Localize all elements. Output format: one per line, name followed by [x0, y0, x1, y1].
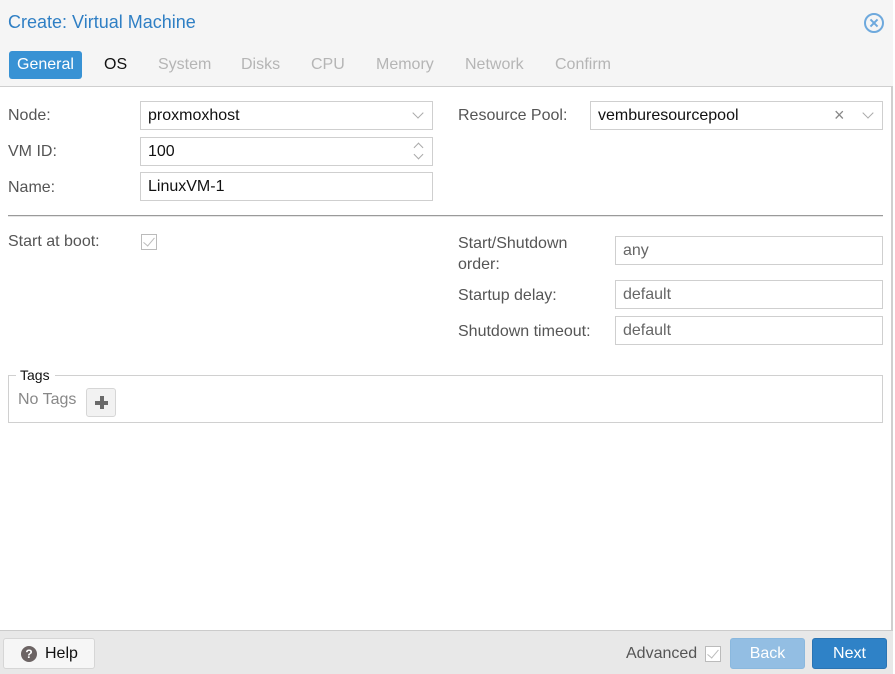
help-button[interactable]: ? Help: [3, 638, 95, 669]
start-shutdown-order-label-line2: order:: [458, 256, 500, 273]
vmid-value: 100: [148, 143, 175, 160]
question-circle-icon: ?: [21, 646, 37, 662]
node-label: Node:: [8, 107, 51, 124]
name-label: Name:: [8, 179, 56, 196]
advanced-checkbox[interactable]: [705, 646, 721, 662]
dialog-title: Create: Virtual Machine: [8, 12, 196, 32]
node-value: proxmoxhost: [148, 107, 240, 124]
add-tag-button[interactable]: [86, 388, 116, 417]
start-at-boot-label: Start at boot:: [8, 233, 100, 250]
tab-general[interactable]: General: [9, 51, 82, 79]
resource-pool-value: vemburesourcepool: [598, 107, 739, 124]
startup-delay-input[interactable]: default: [615, 280, 883, 309]
tab-system: System: [158, 56, 212, 73]
start-shutdown-order-label-line1: Start/Shutdown: [458, 235, 568, 252]
wizard-tabs: General OS System Disks CPU Memory Netwo…: [0, 45, 893, 87]
tab-confirm: Confirm: [555, 56, 612, 73]
tags-fieldset: [8, 375, 883, 423]
start-shutdown-order-label: Start/Shutdown order:: [458, 233, 567, 275]
help-label: Help: [45, 645, 78, 662]
node-select[interactable]: proxmoxhost: [140, 101, 433, 130]
close-icon[interactable]: [864, 13, 884, 33]
dialog-footer: ? Help Advanced Back Next: [0, 630, 893, 674]
clear-icon[interactable]: ×: [834, 106, 845, 124]
spin-down-icon[interactable]: [413, 149, 424, 160]
tab-cpu: CPU: [311, 56, 345, 73]
startup-delay-label: Startup delay:: [458, 287, 557, 304]
shutdown-timeout-input[interactable]: default: [615, 316, 883, 345]
vmid-label: VM ID:: [8, 143, 57, 160]
chevron-down-icon[interactable]: [412, 107, 424, 119]
startup-delay-placeholder: default: [623, 286, 672, 303]
next-button[interactable]: Next: [812, 638, 887, 669]
start-shutdown-order-placeholder: any: [623, 242, 649, 259]
tab-os[interactable]: OS: [96, 51, 135, 79]
back-button: Back: [730, 638, 805, 669]
vmid-spinner[interactable]: 100: [140, 137, 433, 166]
name-value: LinuxVM-1: [148, 178, 225, 195]
shutdown-timeout-placeholder: default: [623, 322, 672, 339]
tab-disks: Disks: [241, 56, 281, 73]
shutdown-timeout-label: Shutdown timeout:: [458, 323, 591, 340]
start-shutdown-order-input[interactable]: any: [615, 236, 883, 265]
no-tags-text: No Tags: [18, 391, 77, 408]
fieldset-border: [8, 375, 16, 376]
start-at-boot-checkbox[interactable]: [141, 234, 157, 250]
dialog-titlebar: Create: Virtual Machine: [0, 0, 893, 45]
create-vm-dialog: Create: Virtual Machine General OS Syste…: [0, 0, 893, 674]
section-divider: [8, 215, 883, 217]
name-input[interactable]: LinuxVM-1: [140, 172, 433, 201]
tab-network: Network: [465, 56, 524, 73]
fieldset-border: [55, 375, 883, 376]
resource-pool-select[interactable]: vemburesourcepool ×: [590, 101, 883, 130]
chevron-down-icon[interactable]: [862, 107, 874, 119]
tags-legend: Tags: [20, 367, 50, 383]
resource-pool-label: Resource Pool:: [458, 107, 568, 124]
tab-memory: Memory: [376, 56, 434, 73]
advanced-label: Advanced: [626, 645, 698, 662]
